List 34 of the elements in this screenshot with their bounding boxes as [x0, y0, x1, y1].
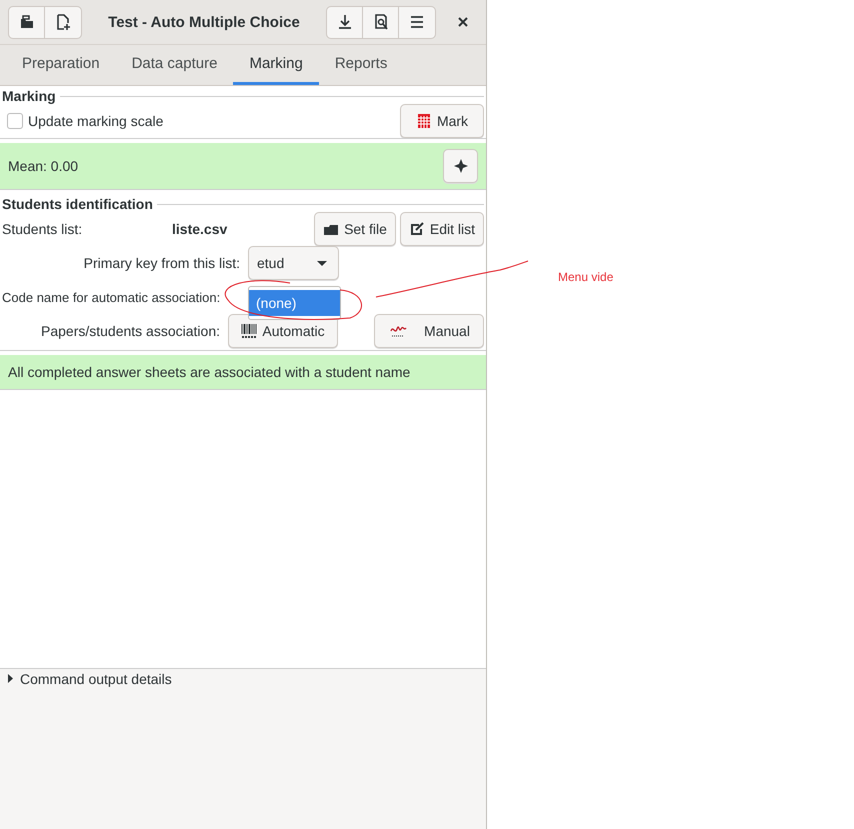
- mark-button[interactable]: Mark: [400, 104, 484, 138]
- field-label: Students list:: [2, 221, 84, 237]
- folder-icon: [18, 14, 34, 30]
- tab[interactable]: Marking: [233, 45, 319, 85]
- annotation-text: Menu vide: [558, 270, 614, 284]
- set-file-button[interactable]: Set file: [314, 212, 396, 246]
- checkbox[interactable]: [7, 113, 23, 129]
- mean-text: Mean: 0.00: [8, 158, 80, 174]
- tab[interactable]: Data capture: [116, 45, 234, 85]
- menu-icon: [409, 14, 425, 30]
- window-title: Test - Auto Multiple Choice: [107, 14, 301, 30]
- status-text: All completed answer sheets are associated with a student name: [8, 364, 410, 380]
- barcode-icon: [241, 323, 258, 339]
- file-name: liste.csv: [172, 221, 228, 237]
- download-icon: [336, 14, 352, 30]
- edit-icon: [408, 221, 425, 237]
- section-heading: Students identification: [2, 196, 153, 212]
- primary-key-dropdown[interactable]: etud: [248, 246, 339, 280]
- sparkle-icon: [452, 158, 468, 174]
- tab[interactable]: Reports: [318, 45, 404, 85]
- document-search-icon: [372, 14, 388, 30]
- edit-list-button[interactable]: Edit list: [400, 212, 484, 246]
- sparkle-button[interactable]: [443, 149, 478, 183]
- field-label: Code name for automatic association:: [2, 290, 220, 304]
- field-label: Papers/students association:: [40, 323, 221, 339]
- menu-item[interactable]: (none): [249, 290, 340, 316]
- checkbox-label: Update marking scale: [28, 113, 164, 129]
- new-document-icon: [55, 14, 71, 30]
- field-label: Primary key from this list:: [82, 255, 241, 271]
- section-heading: Marking: [2, 88, 56, 104]
- manual-button[interactable]: Manual: [374, 314, 484, 348]
- grid-icon: [416, 113, 432, 129]
- command-output-expander[interactable]: Command output details: [6, 671, 172, 687]
- tab[interactable]: Preparation: [6, 45, 116, 85]
